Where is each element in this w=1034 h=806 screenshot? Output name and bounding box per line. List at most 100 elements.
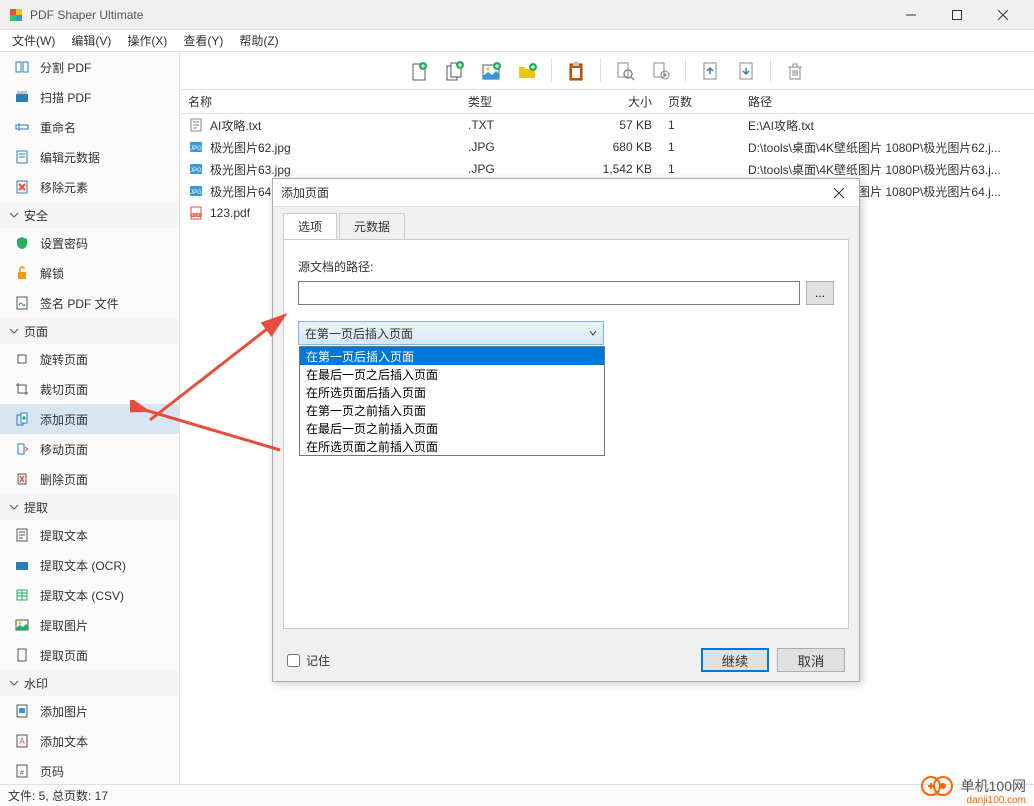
sidebar-label: 添加页面 — [40, 411, 88, 428]
sidebar-group-watermark[interactable]: 水印 — [0, 670, 179, 696]
tb-add-image[interactable] — [475, 55, 507, 87]
sidebar-item-extract-csv[interactable]: 提取文本 (CSV) — [0, 580, 179, 610]
app-title: PDF Shaper Ultimate — [30, 8, 888, 22]
tb-find[interactable] — [609, 55, 641, 87]
col-pages[interactable]: 页数 — [660, 93, 740, 110]
dropdown-option[interactable]: 在第一页之前插入页面 — [300, 401, 604, 419]
tb-paste[interactable] — [560, 55, 592, 87]
sidebar-label: 删除页面 — [40, 471, 88, 488]
minimize-button[interactable] — [888, 0, 934, 30]
sidebar-item-extract-page[interactable]: 提取页面 — [0, 640, 179, 670]
sign-icon — [14, 295, 30, 311]
sidebar-item-unlock[interactable]: 解锁 — [0, 258, 179, 288]
col-name[interactable]: 名称 — [180, 93, 460, 110]
file-type: .JPG — [460, 140, 580, 154]
dropdown-option[interactable]: 在最后一页之后插入页面 — [300, 365, 604, 383]
status-text: 文件: 5, 总页数: 17 — [8, 787, 108, 804]
tb-add-files[interactable] — [439, 55, 471, 87]
file-name: 极光图片62.jpg — [210, 139, 291, 156]
separator — [770, 59, 771, 83]
sidebar-group-extract[interactable]: 提取 — [0, 494, 179, 520]
menu-help[interactable]: 帮助(Z) — [231, 30, 286, 51]
tb-trash[interactable] — [779, 55, 811, 87]
tab-options[interactable]: 选项 — [283, 213, 337, 239]
sidebar-item-password[interactable]: 设置密码 — [0, 228, 179, 258]
menu-edit[interactable]: 编辑(V) — [63, 30, 119, 51]
txt-icon — [188, 117, 204, 133]
sidebar-item-extract-text[interactable]: 提取文本 — [0, 520, 179, 550]
dialog-tabs: 选项 元数据 — [273, 207, 859, 239]
sidebar-item-metadata[interactable]: 编辑元数据 — [0, 142, 179, 172]
dropdown-option[interactable]: 在所选页面后插入页面 — [300, 383, 604, 401]
sidebar-item-extract-ocr[interactable]: 提取文本 (OCR) — [0, 550, 179, 580]
tb-find-cfg[interactable] — [645, 55, 677, 87]
close-button[interactable] — [980, 0, 1026, 30]
tb-up[interactable] — [694, 55, 726, 87]
chevron-down-icon — [8, 209, 20, 221]
insert-position-select[interactable]: 在第一页后插入页面 在第一页后插入页面 在最后一页之后插入页面 在所选页面后插入… — [298, 321, 604, 345]
sidebar-item-addtext[interactable]: A添加文本 — [0, 726, 179, 756]
col-path[interactable]: 路径 — [740, 93, 1034, 110]
sidebar-item-remove-elem[interactable]: 移除元素 — [0, 172, 179, 202]
sidebar-item-addpage[interactable]: 添加页面 — [0, 404, 179, 434]
sidebar-item-movepage[interactable]: 移动页面 — [0, 434, 179, 464]
delpage-icon — [14, 471, 30, 487]
sidebar-label: 旋转页面 — [40, 351, 88, 368]
sidebar-item-rotate[interactable]: 旋转页面 — [0, 344, 179, 374]
sidebar-item-scan[interactable]: 扫描 PDF — [0, 82, 179, 112]
file-name: 极光图片63.jpg — [210, 161, 291, 178]
col-type[interactable]: 类型 — [460, 93, 580, 110]
dialog-close-button[interactable] — [827, 181, 851, 205]
dialog-body: 源文档的路径: ... 在第一页后插入页面 在第一页后插入页面 在最后一页之后插… — [283, 239, 849, 629]
sidebar-item-split[interactable]: 分割 PDF — [0, 52, 179, 82]
maximize-button[interactable] — [934, 0, 980, 30]
file-type: .TXT — [460, 118, 580, 132]
tab-metadata[interactable]: 元数据 — [339, 213, 405, 239]
sidebar-label: 提取图片 — [40, 617, 88, 634]
table-row[interactable]: JPG极光图片62.jpg.JPG680 KB1D:\tools\桌面\4K壁纸… — [180, 136, 1034, 158]
sidebar-item-extract-img[interactable]: 提取图片 — [0, 610, 179, 640]
menu-file[interactable]: 文件(W) — [4, 30, 63, 51]
continue-button[interactable]: 继续 — [701, 648, 769, 672]
sidebar-label: 提取文本 (CSV) — [40, 587, 124, 604]
dropdown-option[interactable]: 在第一页后插入页面 — [300, 347, 604, 365]
dropdown-option[interactable]: 在所选页面之前插入页面 — [300, 437, 604, 455]
text-icon — [14, 527, 30, 543]
pdf-icon: PDF — [188, 205, 204, 221]
browse-button[interactable]: ... — [806, 281, 834, 305]
statusbar: 文件: 5, 总页数: 17 — [0, 784, 1034, 806]
sidebar-item-sign[interactable]: 签名 PDF 文件 — [0, 288, 179, 318]
remember-checkbox[interactable]: 记住 — [287, 652, 330, 669]
watermark-icon — [921, 772, 955, 800]
chevron-down-icon — [589, 326, 597, 340]
table-row[interactable]: JPG极光图片63.jpg.JPG1,542 KB1D:\tools\桌面\4K… — [180, 158, 1034, 180]
sidebar-item-crop[interactable]: 裁切页面 — [0, 374, 179, 404]
table-row[interactable]: AI攻略.txt.TXT57 KB1E:\AI攻略.txt — [180, 114, 1034, 136]
menu-action[interactable]: 操作(X) — [119, 30, 175, 51]
sidebar-item-rename[interactable]: 重命名 — [0, 112, 179, 142]
sidebar-group-page[interactable]: 页面 — [0, 318, 179, 344]
sidebar-label: 编辑元数据 — [40, 149, 100, 166]
src-path-input[interactable] — [298, 281, 800, 305]
separator — [685, 59, 686, 83]
sidebar-item-delpage[interactable]: 删除页面 — [0, 464, 179, 494]
toolbar — [180, 52, 1034, 90]
sidebar: 分割 PDF 扫描 PDF 重命名 编辑元数据 移除元素 安全 设置密码 解锁 … — [0, 52, 180, 784]
scan-icon — [14, 89, 30, 105]
remember-input[interactable] — [287, 654, 300, 667]
col-size[interactable]: 大小 — [580, 93, 660, 110]
menu-view[interactable]: 查看(Y) — [175, 30, 231, 51]
movepage-icon — [14, 441, 30, 457]
sidebar-label: 页码 — [40, 763, 64, 780]
cancel-button[interactable]: 取消 — [777, 648, 845, 672]
sidebar-item-pagenum[interactable]: #页码 — [0, 756, 179, 784]
addpage-icon — [14, 411, 30, 427]
svg-text:JPG: JPG — [190, 190, 202, 196]
sidebar-item-addimg[interactable]: 添加图片 — [0, 696, 179, 726]
tb-add-folder[interactable] — [511, 55, 543, 87]
tb-add-file[interactable] — [403, 55, 435, 87]
sidebar-group-security[interactable]: 安全 — [0, 202, 179, 228]
dropdown-option[interactable]: 在最后一页之前插入页面 — [300, 419, 604, 437]
tb-down[interactable] — [730, 55, 762, 87]
shield-icon — [14, 235, 30, 251]
